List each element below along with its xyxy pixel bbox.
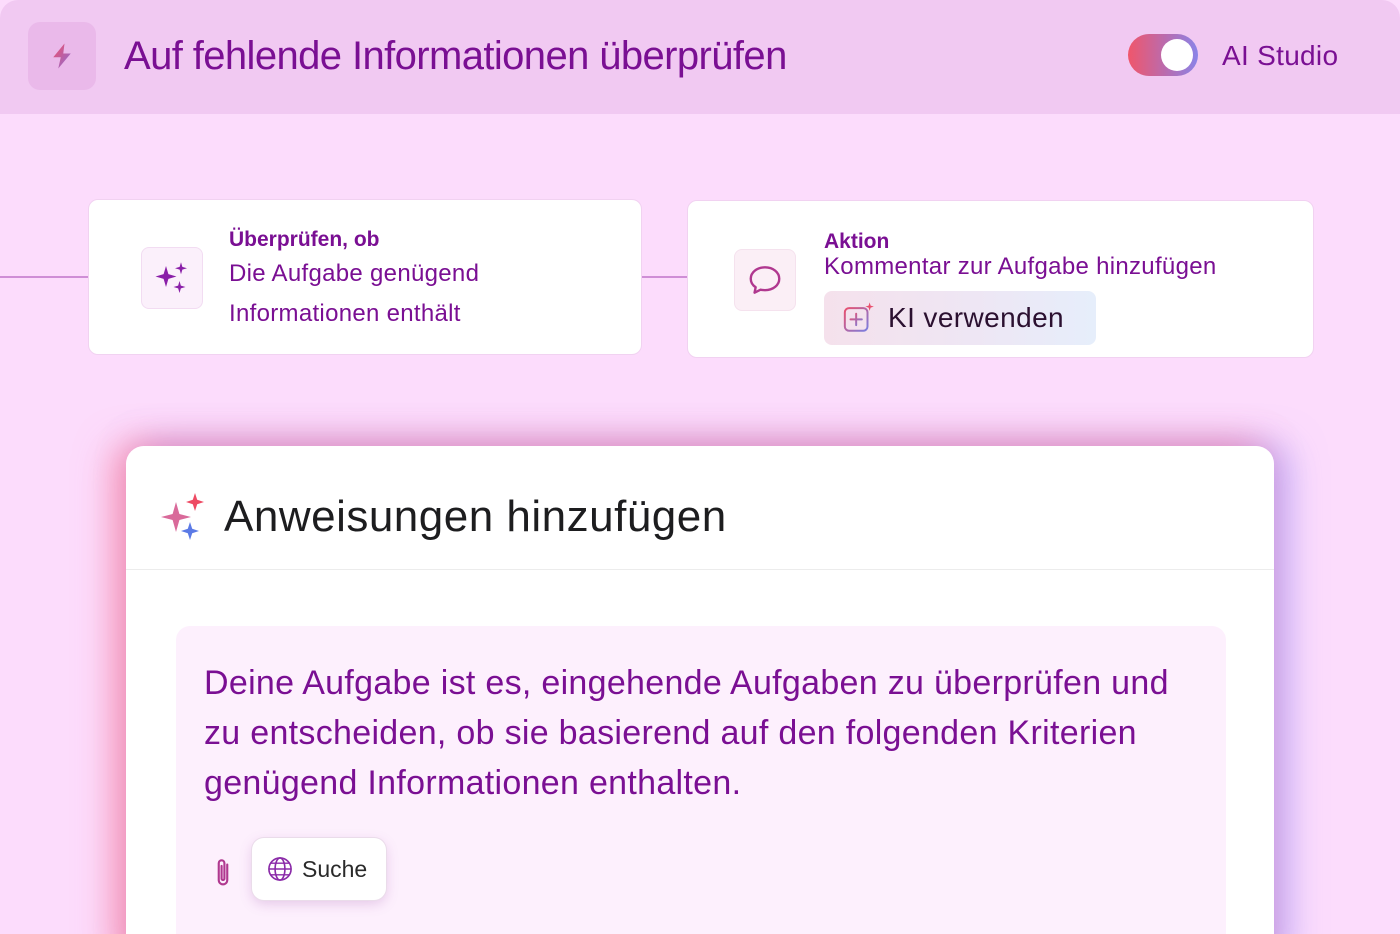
condition-line-2: Informationen enthält: [229, 300, 461, 327]
app-frame: Auf fehlende Informationen überprüfen AI…: [0, 0, 1400, 934]
toggle-knob: [1161, 39, 1193, 71]
paperclip-icon[interactable]: [210, 856, 236, 890]
action-card[interactable]: Aktion Kommentar zur Aufgabe hinzufügen …: [687, 200, 1314, 358]
action-icon-box: [734, 249, 796, 311]
sparkles-icon: [155, 262, 187, 293]
use-ai-label: KI verwenden: [888, 302, 1065, 333]
prompt-text[interactable]: Deine Aufgabe ist es, eingehende Aufgabe…: [204, 658, 1214, 808]
action-text: Kommentar zur Aufgabe hinzufügen: [824, 253, 1217, 280]
connector-line-middle: [641, 276, 687, 278]
lightning-icon: [53, 43, 71, 69]
condition-line-1: Die Aufgabe genügend: [229, 260, 480, 287]
ai-studio-toggle[interactable]: [1128, 34, 1198, 76]
ai-studio-label: AI Studio: [1222, 40, 1339, 71]
prompt-input[interactable]: Deine Aufgabe ist es, eingehende Aufgabe…: [176, 626, 1226, 934]
comment-icon: [749, 266, 781, 294]
connector-line-left: [0, 276, 88, 278]
search-label: Suche: [302, 855, 368, 882]
trigger-badge[interactable]: [28, 22, 96, 90]
instructions-panel: Anweisungen hinzufügen Deine Aufgabe ist…: [126, 446, 1274, 934]
search-button[interactable]: Suche: [252, 838, 386, 900]
header-bar: Auf fehlende Informationen überprüfen AI…: [0, 0, 1400, 114]
ai-plus-icon: [843, 302, 874, 332]
condition-card[interactable]: Überprüfen, ob Die Aufgabe genügend Info…: [88, 199, 642, 355]
sparkles-icon: [161, 493, 204, 540]
condition-heading: Überprüfen, ob: [229, 228, 380, 251]
panel-title: Anweisungen hinzufügen: [224, 492, 727, 541]
page-title: Auf fehlende Informationen überprüfen: [124, 34, 787, 78]
panel-header: Anweisungen hinzufügen: [126, 446, 1274, 570]
condition-icon-box: [141, 247, 203, 309]
globe-icon: [268, 857, 292, 881]
use-ai-button[interactable]: KI verwenden: [824, 291, 1096, 345]
